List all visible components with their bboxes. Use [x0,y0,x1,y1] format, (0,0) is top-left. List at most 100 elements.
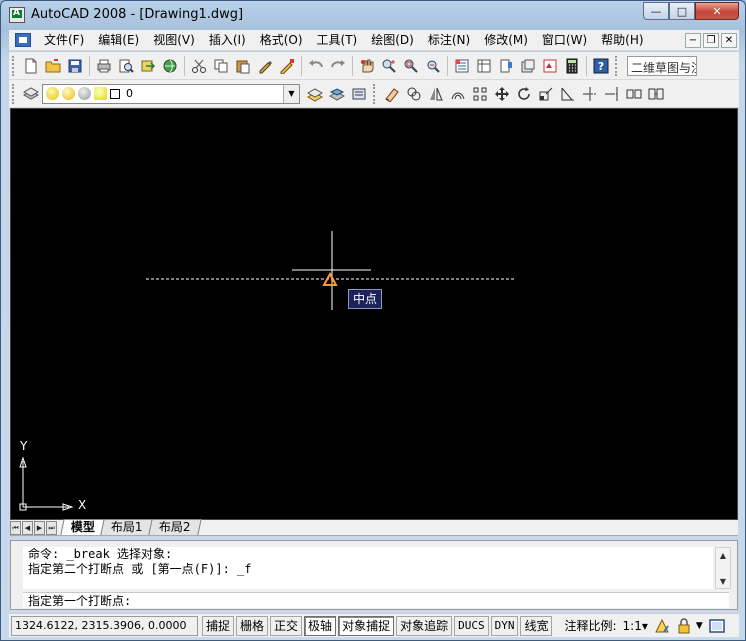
save-button[interactable] [64,55,86,77]
menu-format[interactable]: 格式(O) [253,30,310,51]
otrack-toggle[interactable]: 对象追踪 [396,615,453,636]
offset-button[interactable] [447,83,469,105]
autocad-app-icon[interactable] [9,7,25,23]
publish-button[interactable] [137,55,159,77]
layer-thaw-sun-icon[interactable] [62,87,75,100]
mirror-button[interactable] [425,83,447,105]
tab-last-button[interactable]: ⏭ [46,521,57,535]
chevron-down-icon[interactable]: ▼ [283,84,299,103]
menu-edit[interactable]: 编辑(E) [91,30,146,51]
properties-button[interactable] [451,55,473,77]
clean-screen-icon[interactable] [709,618,725,634]
toolbar-grip[interactable] [12,83,16,104]
stretch-button[interactable] [557,83,579,105]
ortho-toggle[interactable]: 正交 [270,615,303,636]
lock-icon[interactable] [676,617,692,634]
toolbar-grip[interactable] [615,55,619,76]
design-center-button[interactable] [473,55,495,77]
layer-manager-button[interactable] [20,83,42,105]
paste-button[interactable] [232,55,254,77]
annotation-visibility-icon[interactable] [654,618,670,634]
grid-toggle[interactable]: 栅格 [236,615,269,636]
scroll-down-icon[interactable]: ▼ [716,574,730,588]
menu-help[interactable]: 帮助(H) [594,30,650,51]
scroll-up-icon[interactable]: ▲ [716,548,730,562]
tab-layout1[interactable]: 布局1 [100,519,154,535]
erase-button[interactable] [381,83,403,105]
undo-button[interactable] [305,55,327,77]
workspace-select[interactable]: 二维草图与注释 [627,55,697,76]
plot-preview-button[interactable] [115,55,137,77]
status-menu-arrow-icon[interactable]: ▼ [696,621,703,631]
tool-palettes-button[interactable] [495,55,517,77]
menu-window[interactable]: 窗口(W) [535,30,594,51]
ducs-toggle[interactable]: DUCS [454,615,489,636]
command-scrollbar[interactable]: ▲ ▼ [715,547,731,589]
array-button[interactable] [469,83,491,105]
coordinate-display[interactable]: 1324.6122, 2315.3906, 0.0000 [11,615,198,636]
menu-insert[interactable]: 插入(I) [202,30,253,51]
layer-state-button[interactable] [348,83,370,105]
markup-button[interactable] [539,55,561,77]
open-button[interactable] [42,55,64,77]
polar-toggle[interactable]: 极轴 [304,615,337,636]
doc-restore-button[interactable]: ❐ [703,32,719,48]
layer-dropdown[interactable]: 0 ▼ [42,83,300,104]
move-button[interactable] [491,83,513,105]
maximize-button[interactable]: □ [669,2,695,20]
tab-layout2[interactable]: 布局2 [147,519,201,535]
zoom-realtime-button[interactable] [378,55,400,77]
menu-draw[interactable]: 绘图(D) [364,30,421,51]
scale-button[interactable] [535,83,557,105]
make-current-button[interactable] [304,83,326,105]
3d-dwf-button[interactable] [159,55,181,77]
snap-toggle[interactable]: 捕捉 [202,615,235,636]
doc-minimize-button[interactable]: − [685,32,701,48]
break-button[interactable] [645,83,667,105]
match-properties-button[interactable] [254,55,276,77]
redo-button[interactable] [327,55,349,77]
annotation-scale-select[interactable]: 1:1▾ [623,619,648,633]
drawing-canvas[interactable]: 中点 Y X [10,108,738,520]
menu-view[interactable]: 视图(V) [146,30,202,51]
minimize-button[interactable]: — [643,2,669,20]
zoom-previous-button[interactable] [422,55,444,77]
plot-button[interactable] [93,55,115,77]
command-input[interactable]: 指定第一个打断点: [23,592,729,608]
help-button[interactable]: ? [590,55,612,77]
tab-model[interactable]: 模型 [60,519,106,535]
copy-button[interactable] [210,55,232,77]
quickcalc-button[interactable] [561,55,583,77]
document-icon[interactable] [15,33,31,47]
dyn-toggle[interactable]: DYN [490,615,519,636]
rotate-button[interactable] [513,83,535,105]
pan-button[interactable] [356,55,378,77]
menu-modify[interactable]: 修改(M) [477,30,535,51]
layer-viewport-freeze-icon[interactable] [94,87,107,100]
trim-button[interactable] [579,83,601,105]
layer-on-bulb-icon[interactable] [46,87,59,100]
layer-previous-button[interactable] [326,83,348,105]
move-icon [495,86,509,101]
close-button[interactable]: ✕ [695,2,739,20]
toolbar-grip[interactable] [12,55,16,76]
zoom-window-button[interactable] [400,55,422,77]
osnap-toggle[interactable]: 对象捕捉 [338,615,395,636]
menu-tools[interactable]: 工具(T) [310,30,365,51]
menu-file[interactable]: 文件(F) [37,30,91,51]
toolbar-grip[interactable] [373,83,377,104]
layer-lock-icon[interactable] [78,87,91,100]
lineweight-toggle[interactable]: 线宽 [520,615,553,636]
tab-next-button[interactable]: ▶ [34,521,45,535]
sheet-set-button[interactable] [517,55,539,77]
copy-object-button[interactable] [403,83,425,105]
block-editor-button[interactable] [276,55,298,77]
menu-dimension[interactable]: 标注(N) [421,30,477,51]
tab-first-button[interactable]: ⏮ [10,521,21,535]
doc-close-button[interactable]: ✕ [721,32,737,48]
tab-prev-button[interactable]: ◀ [22,521,33,535]
cut-button[interactable] [188,55,210,77]
new-button[interactable] [20,55,42,77]
break-at-point-button[interactable] [623,83,645,105]
extend-button[interactable] [601,83,623,105]
